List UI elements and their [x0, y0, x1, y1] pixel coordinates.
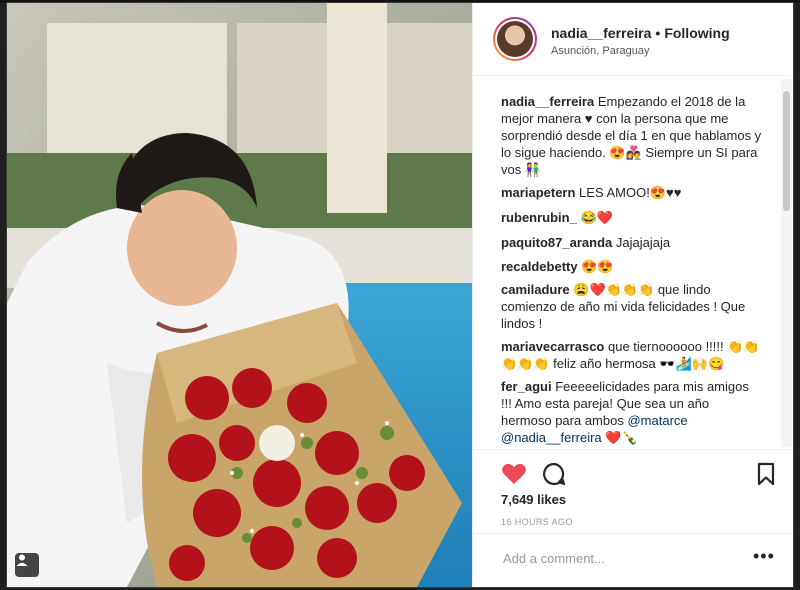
comment-tail: ❤️🍾	[605, 430, 638, 445]
comment-text: 😂❤️	[580, 210, 613, 225]
header-username-line: nadia__ferreira • Following	[551, 25, 730, 41]
heart-filled-icon	[502, 463, 526, 484]
comment-text: Jajajajaja	[615, 235, 671, 250]
comment-username[interactable]: camiladure	[501, 282, 570, 297]
likes-count[interactable]: 7,649 likes	[501, 492, 566, 507]
post-modal: nadia__ferreira • Following Asunción, Para…	[7, 3, 793, 587]
comment-username[interactable]: mariavecarrasco	[501, 339, 604, 354]
post-header: nadia__ferreira • Following Asunción, Para…	[473, 3, 793, 76]
comment-item: mariapetern LES AMOO!😍♥♥	[501, 184, 763, 201]
mention-link[interactable]: @matarce	[627, 413, 687, 428]
separator-dot: •	[655, 25, 661, 41]
comment-username[interactable]: mariapetern	[501, 185, 575, 200]
post-photo[interactable]	[7, 3, 472, 587]
comment-item: nadia__ferreira Empezando el 2018 de la …	[501, 93, 763, 178]
like-button[interactable]	[501, 462, 527, 486]
comment-button[interactable]	[541, 462, 567, 486]
comment-username[interactable]: fer_agui	[501, 379, 552, 394]
comment-text: 😍😍	[581, 259, 614, 274]
comment-username[interactable]: recaldebetty	[501, 259, 578, 274]
bookmark-icon	[757, 462, 775, 486]
comment-item: camiladure 😩❤️👏👏👏 que lindo comienzo de …	[501, 281, 763, 332]
comment-username[interactable]: rubenrubin_	[501, 210, 577, 225]
comment-username[interactable]: nadia__ferreira	[501, 94, 594, 109]
comment-list: nadia__ferreira Empezando el 2018 de la …	[473, 76, 793, 449]
mention-link[interactable]: @nadia__ferreira	[501, 430, 602, 445]
add-comment-input[interactable]	[501, 550, 735, 567]
post-timestamp[interactable]: 16 HOURS AGO	[501, 517, 573, 527]
photo-image	[7, 3, 472, 587]
comment-item: paquito87_aranda Jajajajaja	[501, 234, 763, 251]
comment-icon	[543, 462, 566, 486]
post-side-panel: nadia__ferreira • Following Asunción, Para…	[472, 3, 793, 587]
comment-item: fer_agui Feeeeelicidades para mis amigos…	[501, 378, 763, 446]
add-comment-bar: •••	[473, 533, 793, 587]
comment-item: rubenrubin_ 😂❤️	[501, 209, 763, 226]
avatar[interactable]	[493, 17, 537, 61]
comment-item: recaldebetty 😍😍	[501, 258, 763, 275]
username-link[interactable]: nadia__ferreira	[551, 25, 651, 41]
location-link[interactable]: Asunción, Paraguay	[551, 45, 649, 57]
comment-username[interactable]: paquito87_aranda	[501, 235, 612, 250]
save-button[interactable]	[755, 462, 777, 486]
follow-status[interactable]: Following	[664, 25, 729, 41]
comment-text: LES AMOO!😍♥♥	[579, 185, 682, 200]
user-tag-icon[interactable]	[15, 553, 39, 577]
more-options-button[interactable]: •••	[753, 546, 775, 567]
comment-item: mariavecarrasco que tiernoooooo !!!!! 👏👏…	[501, 338, 763, 372]
